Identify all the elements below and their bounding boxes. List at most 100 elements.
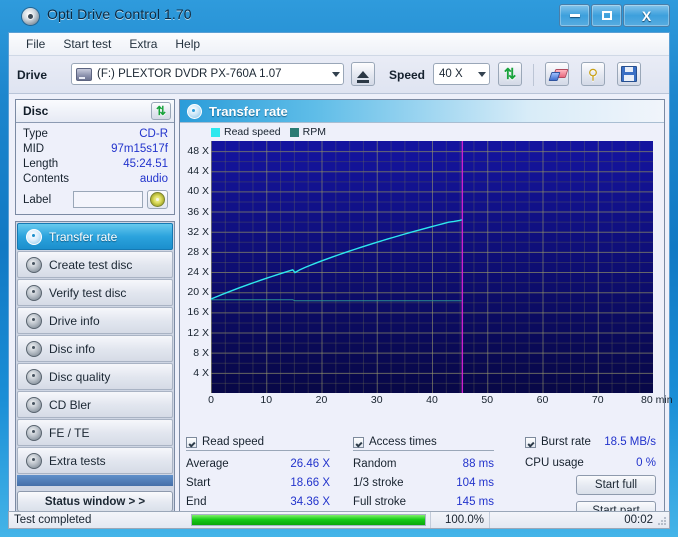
disc-info-list: Type CD-R MID 97m15s17f Length 45:24.51 … bbox=[16, 123, 174, 214]
disc-label-button[interactable] bbox=[147, 190, 168, 209]
y-tick-label: 8 X bbox=[193, 346, 209, 359]
speed-select[interactable]: 40 X bbox=[433, 63, 490, 85]
toolbar-separator bbox=[533, 64, 534, 86]
sidebar-item-cd-bler[interactable]: CD Bler bbox=[17, 391, 173, 418]
page-title: Transfer rate bbox=[209, 103, 288, 119]
menu-file[interactable]: File bbox=[17, 35, 54, 53]
stat-row-third-stroke: 1/3 stroke 104 ms bbox=[353, 477, 494, 489]
menu-extra[interactable]: Extra bbox=[120, 35, 166, 53]
eject-icon bbox=[357, 70, 369, 83]
maximize-button[interactable] bbox=[591, 4, 622, 27]
refresh-button[interactable]: ⇅ bbox=[498, 62, 522, 86]
sidebar-item-disc-quality[interactable]: Disc quality bbox=[17, 363, 173, 390]
speed-select-value: 40 X bbox=[439, 68, 463, 80]
stat-value: 104 ms bbox=[456, 477, 494, 489]
disc-row-key: Contents bbox=[23, 173, 70, 185]
menu-help[interactable]: Help bbox=[166, 35, 209, 53]
x-tick-label: 70 bbox=[591, 394, 604, 406]
chart-plot-area[interactable] bbox=[211, 141, 653, 393]
stat-value: 0 % bbox=[636, 457, 656, 469]
x-tick-label: 20 bbox=[315, 394, 328, 406]
status-window-button[interactable]: Status window > > bbox=[17, 491, 173, 512]
stat-row-end: End 34.36 X bbox=[186, 496, 330, 508]
burst-rate-checkbox[interactable] bbox=[525, 436, 536, 448]
disc-label-input[interactable] bbox=[73, 191, 143, 208]
sidebar-item-disc-info[interactable]: Disc info bbox=[17, 335, 173, 362]
legend-swatch-rpm bbox=[289, 127, 299, 137]
stat-value: 145 ms bbox=[456, 496, 494, 508]
chevron-down-icon bbox=[478, 72, 486, 77]
sidebar-item-drive-info[interactable]: Drive info bbox=[17, 307, 173, 334]
read-speed-checkbox[interactable] bbox=[186, 436, 197, 448]
window-title: Opti Drive Control 1.70 bbox=[47, 6, 192, 22]
save-button[interactable] bbox=[617, 62, 641, 86]
stat-key: Start bbox=[186, 477, 211, 489]
disc-row-value: 97m15s17f bbox=[111, 143, 168, 155]
x-tick-label: 10 bbox=[260, 394, 273, 406]
disc-refresh-button[interactable]: ⇅ bbox=[151, 102, 171, 120]
sidebar-item-verify-test-disc[interactable]: Verify test disc bbox=[17, 279, 173, 306]
minimize-button[interactable] bbox=[559, 4, 590, 27]
disc-row-key: Length bbox=[23, 158, 59, 170]
chevron-down-icon bbox=[332, 72, 340, 77]
save-icon bbox=[621, 66, 637, 82]
drive-select[interactable]: (F:) PLEXTOR DVDR PX-760A 1.07 bbox=[71, 63, 344, 85]
access-times-checkbox[interactable] bbox=[353, 436, 364, 448]
sidebar-item-label: CD Bler bbox=[49, 397, 92, 412]
stat-row-average: Average 26.46 X bbox=[186, 458, 330, 470]
y-tick-label: 24 X bbox=[187, 266, 209, 279]
sidebar-item-create-test-disc[interactable]: Create test disc bbox=[17, 251, 173, 278]
elapsed-time: 00:02 bbox=[624, 514, 653, 526]
sidebar-item-label: Extra tests bbox=[49, 453, 106, 468]
read-speed-label: Read speed bbox=[202, 436, 265, 448]
sidebar-item-transfer-rate[interactable]: Transfer rate bbox=[17, 223, 173, 250]
disc-row-value: CD-R bbox=[139, 128, 168, 140]
disc-row-contents: Contents audio bbox=[23, 172, 168, 187]
sidebar-item-label: Drive info bbox=[49, 313, 100, 328]
sidebar-item-fe-te[interactable]: FE / TE bbox=[17, 419, 173, 446]
y-tick-label: 20 X bbox=[187, 286, 209, 299]
drive-label: Drive bbox=[17, 68, 48, 82]
disc-icon bbox=[26, 228, 42, 245]
stat-key: Average bbox=[186, 458, 229, 470]
title-bar: Opti Drive Control 1.70 X bbox=[0, 0, 678, 32]
start-full-button[interactable]: Start full bbox=[576, 475, 656, 495]
progress-percent: 100.0% bbox=[430, 512, 490, 528]
sidebar-item-extra-tests[interactable]: Extra tests bbox=[17, 447, 173, 474]
left-column: Disc ⇅ Type CD-R MID 97m15s17f Length 45… bbox=[15, 99, 175, 514]
stats-access-times: Access times Random 88 ms 1/3 stroke 104… bbox=[353, 436, 494, 508]
maximize-icon bbox=[601, 11, 612, 20]
chart-panel: Transfer rate Read speed RPM 4 X 8 X 12 X 1… bbox=[179, 99, 673, 523]
drive-select-value: (F:) PLEXTOR DVDR PX-760A 1.07 bbox=[97, 68, 282, 80]
disc-icon bbox=[26, 256, 42, 273]
x-tick-label: 60 bbox=[536, 394, 549, 406]
disc-row-mid: MID 97m15s17f bbox=[23, 142, 168, 157]
disc-row-type: Type CD-R bbox=[23, 127, 168, 142]
x-tick-label: 40 bbox=[426, 394, 438, 406]
access-times-header: Access times bbox=[353, 436, 494, 451]
close-button[interactable]: X bbox=[623, 4, 670, 27]
legend-label-read-speed: Read speed bbox=[224, 126, 281, 138]
chart-plot-wrapper: 4 X 8 X 12 X 16 X 20 X 24 X 28 X 32 X 36 X 40 X 44… bbox=[180, 141, 673, 409]
disc-row-key: Type bbox=[23, 128, 48, 140]
eject-button[interactable] bbox=[351, 62, 375, 86]
stat-key: Full stroke bbox=[353, 496, 407, 508]
burst-rate-header: Burst rate 18.5 MB/s bbox=[525, 436, 656, 450]
disc-icon bbox=[26, 340, 42, 357]
y-tick-label: 44 X bbox=[187, 165, 209, 178]
y-tick-label: 48 X bbox=[187, 145, 209, 158]
menu-start-test[interactable]: Start test bbox=[54, 35, 120, 53]
disc-panel-header: Disc ⇅ bbox=[16, 100, 174, 123]
stat-key: CPU usage bbox=[525, 457, 584, 469]
chart-legend: Read speed RPM bbox=[180, 125, 664, 139]
disc-icon bbox=[187, 103, 202, 119]
erase-button[interactable] bbox=[545, 62, 569, 86]
stat-key: 1/3 stroke bbox=[353, 477, 404, 489]
resize-grip-icon[interactable] bbox=[656, 515, 667, 526]
settings-button[interactable]: ⚲ bbox=[581, 62, 605, 86]
legend-label-rpm: RPM bbox=[302, 126, 326, 138]
stat-key: End bbox=[186, 496, 207, 508]
chart-panel-header: Transfer rate bbox=[180, 100, 664, 123]
stat-value: 34.36 X bbox=[290, 496, 330, 508]
disc-label-row: Label bbox=[23, 190, 168, 209]
